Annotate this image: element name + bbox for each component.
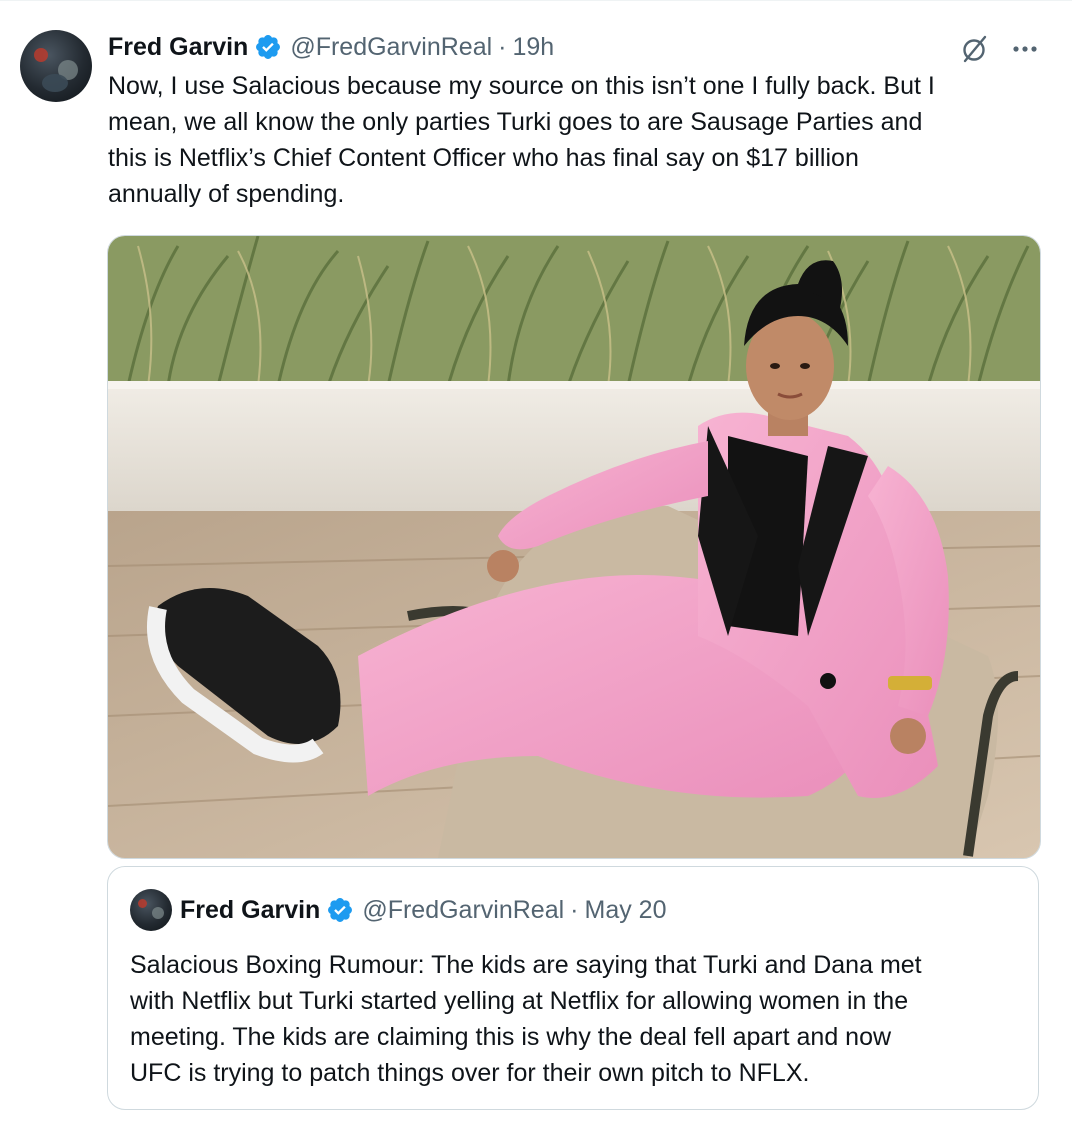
avatar-detail <box>42 74 68 92</box>
quoted-tweet-text: Salacious Boxing Rumour: The kids are sa… <box>130 947 1020 1091</box>
header-separator: · <box>498 32 507 61</box>
tweet-text-line: mean, we all know the only parties Turki… <box>108 108 923 136</box>
grok-slash-icon[interactable] <box>958 32 992 66</box>
tweet-text: Now, I use Salacious because my source o… <box>108 68 1038 212</box>
author-handle[interactable]: @FredGarvinReal <box>290 33 492 62</box>
tweet-header: Fred Garvin @FredGarvinReal · 19h <box>108 30 554 64</box>
verified-badge-icon[interactable] <box>254 33 282 61</box>
avatar-detail <box>138 899 147 908</box>
verified-badge-icon[interactable] <box>326 896 354 924</box>
tweet[interactable]: Fred Garvin @FredGarvinReal · 19h Now, I… <box>0 0 1072 1130</box>
author-name[interactable]: Fred Garvin <box>108 33 248 62</box>
tweet-text-line: Now, I use Salacious because my source o… <box>108 72 935 100</box>
quoted-tweet[interactable]: Fred Garvin @FredGarvinReal · May 20 Sal… <box>107 866 1039 1110</box>
quoted-author-name[interactable]: Fred Garvin <box>180 896 320 925</box>
quoted-tweet-header: Fred Garvin @FredGarvinReal · May 20 <box>180 893 666 927</box>
quoted-header-separator: · <box>570 895 579 924</box>
quoted-text-line: UFC is trying to patch things over for t… <box>130 1059 810 1087</box>
photo-image <box>108 236 1040 858</box>
tweet-text-line: this is Netflix’s Chief Content Officer … <box>108 144 859 172</box>
avatar-detail <box>34 48 48 62</box>
quoted-text-line: Salacious Boxing Rumour: The kids are sa… <box>130 951 922 979</box>
quoted-text-line: meeting. The kids are claiming this is w… <box>130 1023 892 1051</box>
quoted-tweet-timestamp[interactable]: May 20 <box>585 896 667 925</box>
author-avatar[interactable] <box>20 30 92 102</box>
more-horizontal-icon[interactable] <box>1008 32 1042 66</box>
quoted-text-line: with Netflix but Turki started yelling a… <box>130 987 909 1015</box>
tweet-text-line: annually of spending. <box>108 180 345 208</box>
tweet-timestamp[interactable]: 19h <box>513 33 555 62</box>
quoted-author-avatar[interactable] <box>130 889 172 931</box>
quoted-author-handle[interactable]: @FredGarvinReal <box>362 896 564 925</box>
tweet-photo[interactable] <box>107 235 1041 859</box>
avatar-detail <box>152 907 164 919</box>
